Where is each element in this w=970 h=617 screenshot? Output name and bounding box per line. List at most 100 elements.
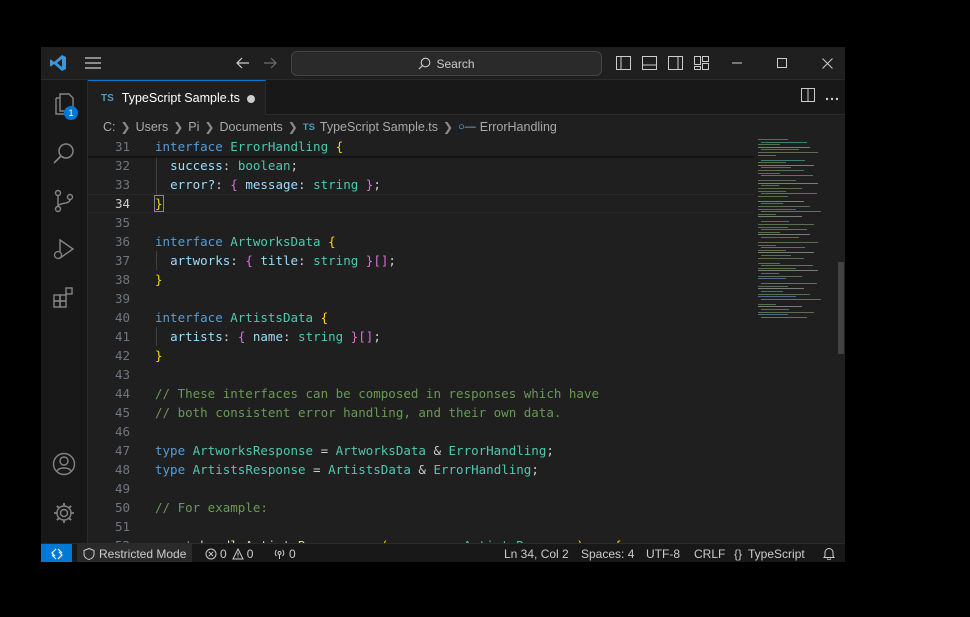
- tab-typescript-sample[interactable]: TS TypeScript Sample.ts: [88, 80, 266, 115]
- toggle-panel-icon[interactable]: [640, 47, 658, 79]
- manage-gear-icon[interactable]: [41, 491, 87, 535]
- command-center-search[interactable]: Search: [291, 51, 602, 76]
- warning-icon: [231, 547, 244, 559]
- arrow-left-icon[interactable]: [233, 47, 253, 79]
- minimap-line: [758, 206, 810, 207]
- chevron-right-icon: ❯: [173, 120, 184, 134]
- minimize-icon[interactable]: [723, 47, 751, 79]
- indentation-setting[interactable]: Spaces: 4: [581, 544, 634, 562]
- code-line[interactable]: 41 artists: { name: string }[];: [88, 327, 754, 346]
- arrow-right-icon[interactable]: [260, 47, 280, 79]
- line-number: 49: [114, 481, 130, 496]
- code-text: type ArtworksResponse = ArtworksData & E…: [155, 443, 554, 458]
- minimap[interactable]: [754, 137, 840, 543]
- more-actions-icon[interactable]: [825, 88, 839, 106]
- run-debug-icon[interactable]: [41, 227, 87, 271]
- code-line[interactable]: 39: [88, 289, 754, 308]
- code-line[interactable]: 31 interface ErrorHandling {: [88, 137, 754, 156]
- cursor-position[interactable]: Ln 34, Col 2: [504, 544, 569, 562]
- notifications-bell-icon[interactable]: [823, 544, 835, 562]
- breadcrumb-documents[interactable]: Documents: [219, 120, 282, 134]
- code-line[interactable]: 34}: [88, 194, 754, 213]
- vscode-logo-icon: [47, 47, 69, 79]
- restricted-mode-indicator[interactable]: Restricted Mode: [77, 544, 193, 562]
- minimap-line: [761, 175, 813, 177]
- minimap-line: [758, 139, 788, 140]
- code-line[interactable]: 45 // both consistent error handling, and…: [88, 403, 754, 422]
- encoding-setting[interactable]: UTF-8: [646, 544, 680, 562]
- account-icon[interactable]: [41, 442, 87, 486]
- toggle-primary-sidebar-icon[interactable]: [614, 47, 632, 79]
- code-text: // For example:: [155, 500, 268, 515]
- activity-bar: 1: [41, 80, 88, 543]
- typescript-file-icon: TS: [101, 92, 114, 104]
- code-line[interactable]: 33 error?: { message: string };: [88, 175, 754, 194]
- line-number: 31: [114, 139, 130, 154]
- minimap-line: [758, 144, 780, 146]
- source-control-icon[interactable]: [41, 179, 87, 223]
- minimap-line: [758, 190, 786, 192]
- line-number: 36: [114, 234, 130, 249]
- breadcrumb-pi[interactable]: Pi: [188, 120, 199, 134]
- code-line[interactable]: 52 const handleArtistsResponse = (respons…: [88, 536, 754, 543]
- code-line[interactable]: 50 // For example:: [88, 498, 754, 517]
- remote-indicator[interactable]: [41, 544, 72, 562]
- minimap-line: [758, 267, 796, 269]
- toggle-secondary-sidebar-icon[interactable]: [666, 47, 684, 79]
- maximize-icon[interactable]: [768, 47, 796, 79]
- minimap-line: [758, 188, 802, 189]
- code-line[interactable]: 49: [88, 479, 754, 498]
- line-number: 50: [114, 500, 130, 515]
- customize-layout-icon[interactable]: [692, 47, 710, 79]
- extensions-icon[interactable]: [41, 275, 87, 319]
- language-mode[interactable]: {} TypeScript: [734, 544, 805, 562]
- code-line[interactable]: 48 type ArtistsResponse = ArtistsData & E…: [88, 460, 754, 479]
- chevron-right-icon: ❯: [204, 120, 215, 134]
- eol-setting[interactable]: CRLF: [694, 544, 725, 562]
- explorer-icon[interactable]: 1: [41, 82, 87, 126]
- close-icon[interactable]: [813, 47, 841, 79]
- ports-indicator[interactable]: 0: [273, 544, 296, 562]
- line-number: 37: [114, 253, 130, 268]
- line-number: 41: [114, 329, 130, 344]
- minimap-line: [761, 141, 807, 143]
- code-line[interactable]: 35: [88, 213, 754, 232]
- breadcrumb-drive[interactable]: C:: [103, 120, 116, 134]
- code-editor[interactable]: 31 interface ErrorHandling {32 success: b…: [88, 137, 754, 543]
- breadcrumb-symbol[interactable]: ErrorHandling: [480, 120, 557, 134]
- minimap-line: [758, 152, 818, 153]
- split-editor-icon[interactable]: [801, 87, 815, 107]
- code-line[interactable]: 43: [88, 365, 754, 384]
- code-line[interactable]: 51: [88, 517, 754, 536]
- minimap-line: [758, 262, 780, 264]
- code-line[interactable]: 38}: [88, 270, 754, 289]
- explorer-badge: 1: [64, 106, 78, 120]
- minimap-line: [761, 221, 789, 223]
- problems-indicator[interactable]: 0 0: [205, 544, 253, 562]
- code-line[interactable]: 47 type ArtworksResponse = ArtworksData &…: [88, 441, 754, 460]
- minimap-line: [758, 216, 802, 218]
- code-line[interactable]: 42}: [88, 346, 754, 365]
- code-text: // both consistent error handling, and t…: [155, 405, 562, 420]
- minimap-line: [758, 257, 804, 259]
- search-icon[interactable]: [41, 131, 87, 175]
- minimap-line: [761, 229, 807, 231]
- line-number: 52: [88, 536, 130, 543]
- indent-guide: [156, 156, 157, 194]
- unsaved-dot-icon[interactable]: [247, 95, 255, 103]
- breadcrumb-users[interactable]: Users: [136, 120, 169, 134]
- line-number: 51: [114, 519, 130, 534]
- code-line[interactable]: 36 interface ArtworksData {: [88, 232, 754, 251]
- minimap-line: [761, 211, 821, 213]
- code-line[interactable]: 40 interface ArtistsData {: [88, 308, 754, 327]
- code-line[interactable]: 37 artworks: { title: string }[];: [88, 251, 754, 270]
- scrollbar-thumb[interactable]: [838, 262, 844, 354]
- chevron-right-icon: ❯: [120, 120, 131, 134]
- breadcrumb-file[interactable]: TypeScript Sample.ts: [320, 120, 438, 134]
- code-line[interactable]: 46: [88, 422, 754, 441]
- line-number: 39: [114, 291, 130, 306]
- minimap-line: [758, 182, 818, 184]
- minimap-line: [761, 265, 813, 267]
- code-line[interactable]: 44 // These interfaces can be composed in…: [88, 384, 754, 403]
- hamburger-icon[interactable]: [81, 47, 105, 79]
